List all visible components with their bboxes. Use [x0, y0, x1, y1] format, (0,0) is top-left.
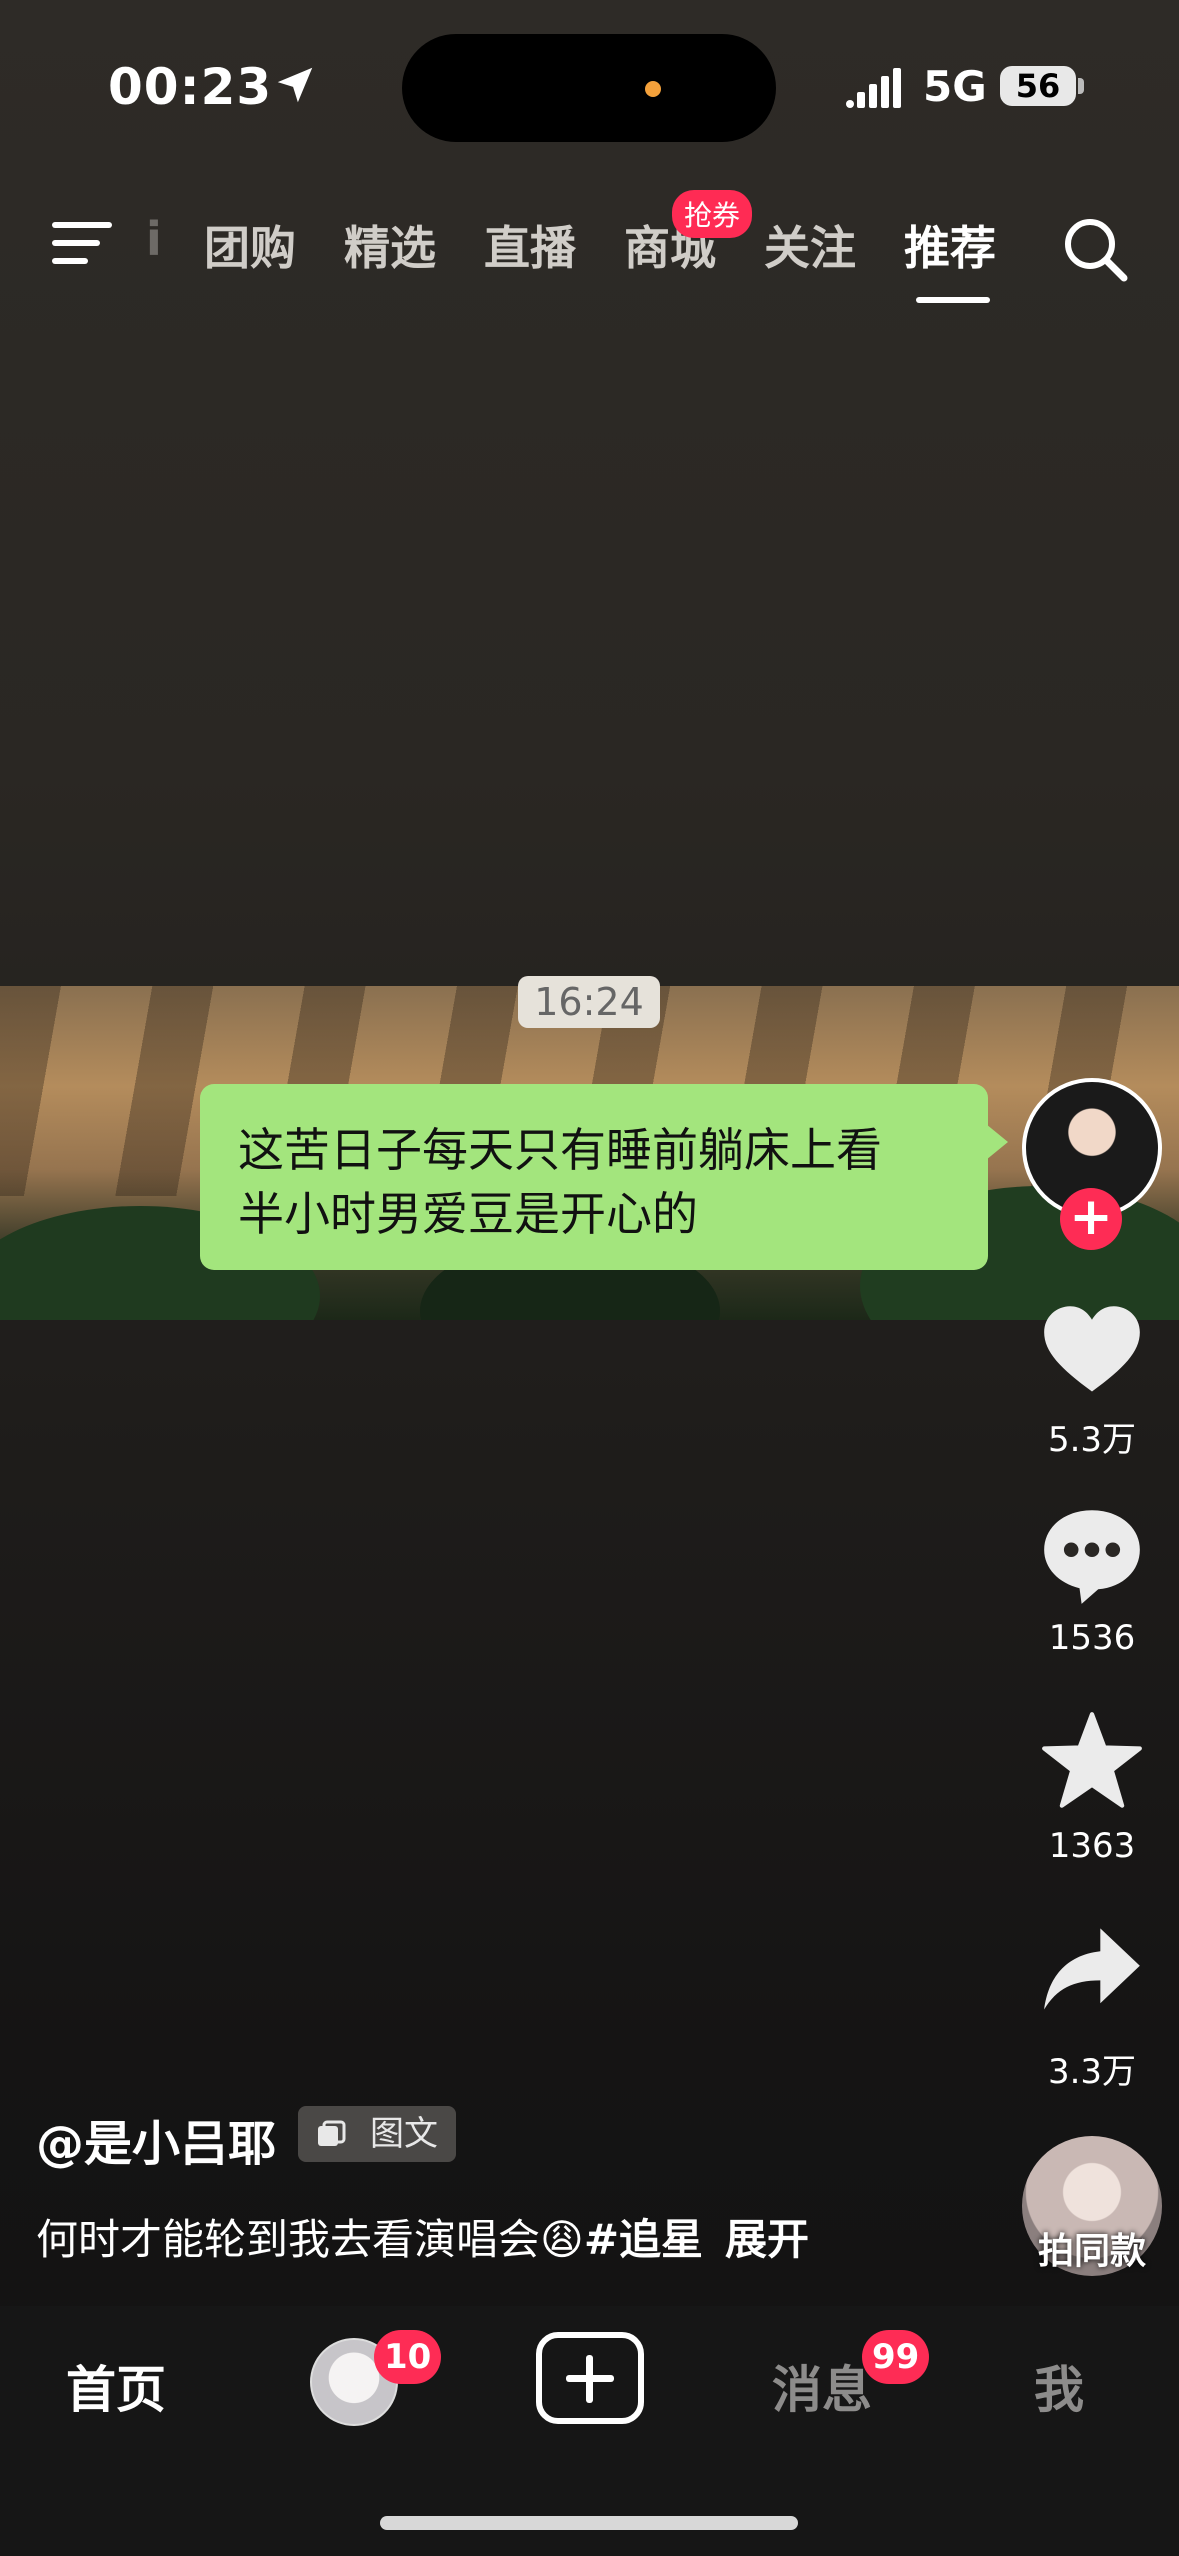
coupon-badge: 抢券	[672, 190, 753, 238]
comment-count: 1536	[1048, 1618, 1136, 1658]
tab-featured[interactable]: 精选	[344, 212, 436, 278]
favorite-count: 1363	[1048, 1826, 1136, 1866]
privacy-indicator-dot	[645, 81, 661, 97]
same-style-label[interactable]: 拍同款	[1016, 2222, 1168, 2274]
search-icon[interactable]	[1060, 214, 1130, 284]
battery-tip	[1078, 78, 1084, 94]
menu-icon[interactable]	[50, 220, 116, 266]
tab-group-buy[interactable]: 团购	[204, 212, 296, 278]
location-arrow-icon	[277, 67, 313, 103]
like-count: 5.3万	[1047, 1420, 1137, 1460]
create-post-plus-button[interactable]	[536, 2332, 644, 2424]
author-name[interactable]: @是小吕耶	[36, 2104, 276, 2174]
favorite-star-icon[interactable]	[1040, 1710, 1144, 1814]
network-type: 5G	[923, 62, 987, 111]
expand-link[interactable]: 展开	[725, 2215, 809, 2264]
messages-badge: 99	[862, 2330, 930, 2384]
battery-indicator: 56	[1000, 66, 1076, 106]
share-arrow-icon[interactable]	[1040, 1920, 1144, 2024]
chat-bubble-line-1: 这苦日子每天只有睡前躺床上看	[238, 1123, 882, 1177]
caption-text: 何时才能轮到我去看演唱会	[36, 2215, 541, 2264]
image-post-icon	[318, 2120, 346, 2146]
chat-bubble: 这苦日子每天只有睡前躺床上看 半小时男爱豆是开心的	[200, 1084, 988, 1270]
signal-strength-icon	[846, 68, 901, 108]
tab-recommend[interactable]: 推荐	[904, 212, 996, 278]
like-heart-icon[interactable]	[1040, 1300, 1144, 1404]
post-caption[interactable]: 何时才能轮到我去看演唱会😩#追星 展开	[36, 2206, 809, 2267]
hashtag-link[interactable]: #追星	[584, 2215, 703, 2264]
chat-bubble-tail	[986, 1124, 1008, 1160]
tab-live[interactable]: 直播	[484, 212, 576, 278]
tab-partial[interactable]: i	[146, 212, 162, 266]
status-time: 00:23	[108, 58, 273, 116]
tab-messages[interactable]: 消息	[772, 2350, 872, 2422]
tab-home[interactable]: 首页	[66, 2350, 166, 2422]
chat-bubble-line-2: 半小时男爱豆是开心的	[238, 1187, 698, 1241]
tab-following[interactable]: 关注	[764, 212, 856, 278]
dynamic-island	[402, 34, 776, 142]
active-tab-underline	[916, 297, 990, 303]
follow-plus-button[interactable]: +	[1060, 1188, 1122, 1250]
tab-me[interactable]: 我	[1034, 2350, 1084, 2422]
share-count: 3.3万	[1047, 2052, 1137, 2092]
post-type-label: 图文	[370, 2114, 438, 2154]
friends-badge: 10	[374, 2330, 442, 2384]
comment-icon[interactable]	[1040, 1504, 1144, 1608]
caption-emoji: 😩	[540, 2215, 584, 2264]
home-indicator	[380, 2516, 798, 2530]
chat-timestamp: 16:24	[518, 976, 660, 1028]
